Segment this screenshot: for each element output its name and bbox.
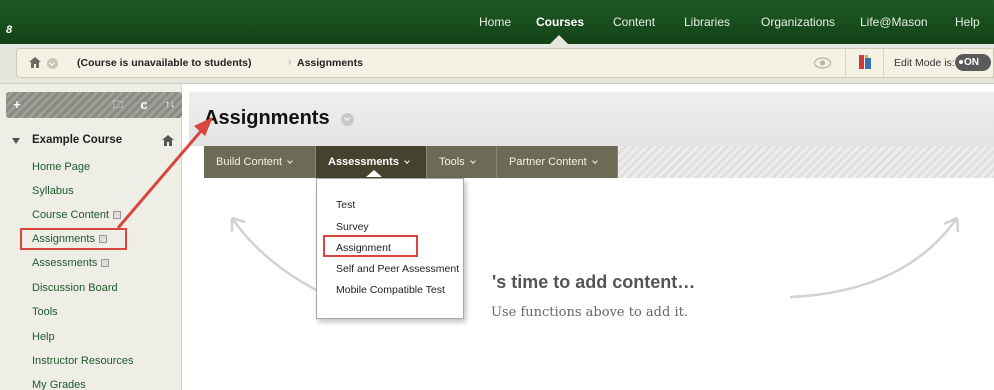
breadcrumb-bar: (Course is unavailable to students) › As… xyxy=(0,44,994,84)
dropdown-pointer xyxy=(366,170,382,177)
page-title-strip: Assignments xyxy=(189,92,994,146)
main-content: Assignments Build Content Assessments To… xyxy=(189,92,994,390)
breadcrumb: (Course is unavailable to students) › As… xyxy=(16,48,994,78)
menu-item-survey[interactable]: Survey xyxy=(336,221,369,233)
active-nav-pointer xyxy=(550,35,568,44)
button-label: Tools xyxy=(439,156,465,168)
tools-button[interactable]: Tools xyxy=(427,146,497,178)
logo-icon: 8 xyxy=(6,24,13,36)
nav-courses[interactable]: Courses xyxy=(536,15,584,29)
sidebar-item-label: Home Page xyxy=(32,161,91,173)
sidebar-item-discussion-board[interactable]: Discussion Board xyxy=(32,282,118,294)
chevron-down-icon xyxy=(591,158,598,164)
divider xyxy=(883,49,884,77)
assignments-highlight-box xyxy=(20,228,127,250)
chevron-down-icon xyxy=(287,158,293,164)
sidebar-item-label: Instructor Resources xyxy=(32,355,134,367)
sidebar-item-label: Assessments xyxy=(32,257,98,269)
student-preview-eye-icon[interactable] xyxy=(814,57,831,69)
sidebar-item-home-page[interactable]: Home Page xyxy=(32,161,90,173)
content-page-icon xyxy=(113,211,122,220)
folder-view-icon[interactable]: 🗀 xyxy=(106,92,130,118)
chevron-down-icon xyxy=(469,158,476,164)
nav-home[interactable]: Home xyxy=(479,15,511,29)
home-icon[interactable] xyxy=(29,57,41,68)
course-menu-toolbar: + 🗀 c ↑↓ xyxy=(6,92,182,118)
menu-item-mobile-compatible-test[interactable]: Mobile Compatible Test xyxy=(336,284,445,296)
sidebar-item-tools[interactable]: Tools xyxy=(32,306,58,318)
sidebar-item-label: My Grades xyxy=(32,379,86,390)
refresh-icon[interactable]: c xyxy=(132,92,156,118)
page-title: Assignments xyxy=(204,107,330,129)
nav-libraries[interactable]: Libraries xyxy=(684,15,730,29)
home-menu-chevron-icon[interactable] xyxy=(47,58,58,69)
sidebar-item-help[interactable]: Help xyxy=(32,331,55,343)
edit-mode-label: Edit Mode is: xyxy=(894,57,955,69)
build-content-button[interactable]: Build Content xyxy=(204,146,316,178)
chevron-down-icon xyxy=(404,158,410,164)
page-title-chevron-icon[interactable] xyxy=(341,113,354,126)
action-bar: Build Content Assessments Tools Partner … xyxy=(204,146,994,178)
empty-state-heading: 's time to add content… xyxy=(492,272,696,292)
course-title[interactable]: Example Course xyxy=(32,134,122,146)
nav-content[interactable]: Content xyxy=(613,15,655,29)
nav-organizations[interactable]: Organizations xyxy=(761,15,835,29)
course-status-crumb[interactable]: (Course is unavailable to students) xyxy=(77,57,251,69)
sidebar-item-label: Discussion Board xyxy=(32,282,118,294)
course-home-icon xyxy=(162,135,174,146)
collapse-triangle-icon[interactable] xyxy=(12,138,20,144)
partner-content-button[interactable]: Partner Content xyxy=(497,146,618,178)
sidebar-item-label: Syllabus xyxy=(32,185,74,197)
sidebar-item-instructor-resources[interactable]: Instructor Resources xyxy=(32,355,133,367)
sidebar-item-syllabus[interactable]: Syllabus xyxy=(32,185,74,197)
assignment-menu-highlight-box xyxy=(323,235,418,257)
nav-help[interactable]: Help xyxy=(955,15,980,29)
help-book-icon[interactable] xyxy=(859,55,871,69)
sidebar-item-assessments[interactable]: Assessments xyxy=(32,257,110,269)
content-page-icon xyxy=(101,259,110,268)
current-page-crumb: Assignments xyxy=(297,57,363,69)
sidebar-item-label: Course Content xyxy=(32,209,110,221)
sidebar-item-label: Tools xyxy=(32,306,58,318)
empty-state-subtext: Use functions above to add it. xyxy=(491,305,688,320)
button-label: Build Content xyxy=(216,156,283,168)
top-nav-bar: 8 Home Courses Content Libraries Organiz… xyxy=(0,0,994,44)
breadcrumb-separator: › xyxy=(288,57,292,68)
button-label: Partner Content xyxy=(509,156,587,168)
add-menu-item-button[interactable]: + xyxy=(6,92,28,118)
divider xyxy=(845,49,846,77)
edit-mode-toggle[interactable]: ON xyxy=(955,54,991,71)
menu-item-self-peer-assessment[interactable]: Self and Peer Assessment xyxy=(336,263,459,275)
sidebar-item-label: Help xyxy=(32,331,55,343)
sidebar-item-course-content[interactable]: Course Content xyxy=(32,209,122,221)
sort-icon[interactable]: ↑↓ xyxy=(158,92,182,118)
nav-life-mason[interactable]: Life@Mason xyxy=(860,15,928,29)
menu-item-test[interactable]: Test xyxy=(336,199,355,211)
sidebar-item-my-grades[interactable]: My Grades xyxy=(32,379,86,390)
button-label: Assessments xyxy=(328,156,399,168)
